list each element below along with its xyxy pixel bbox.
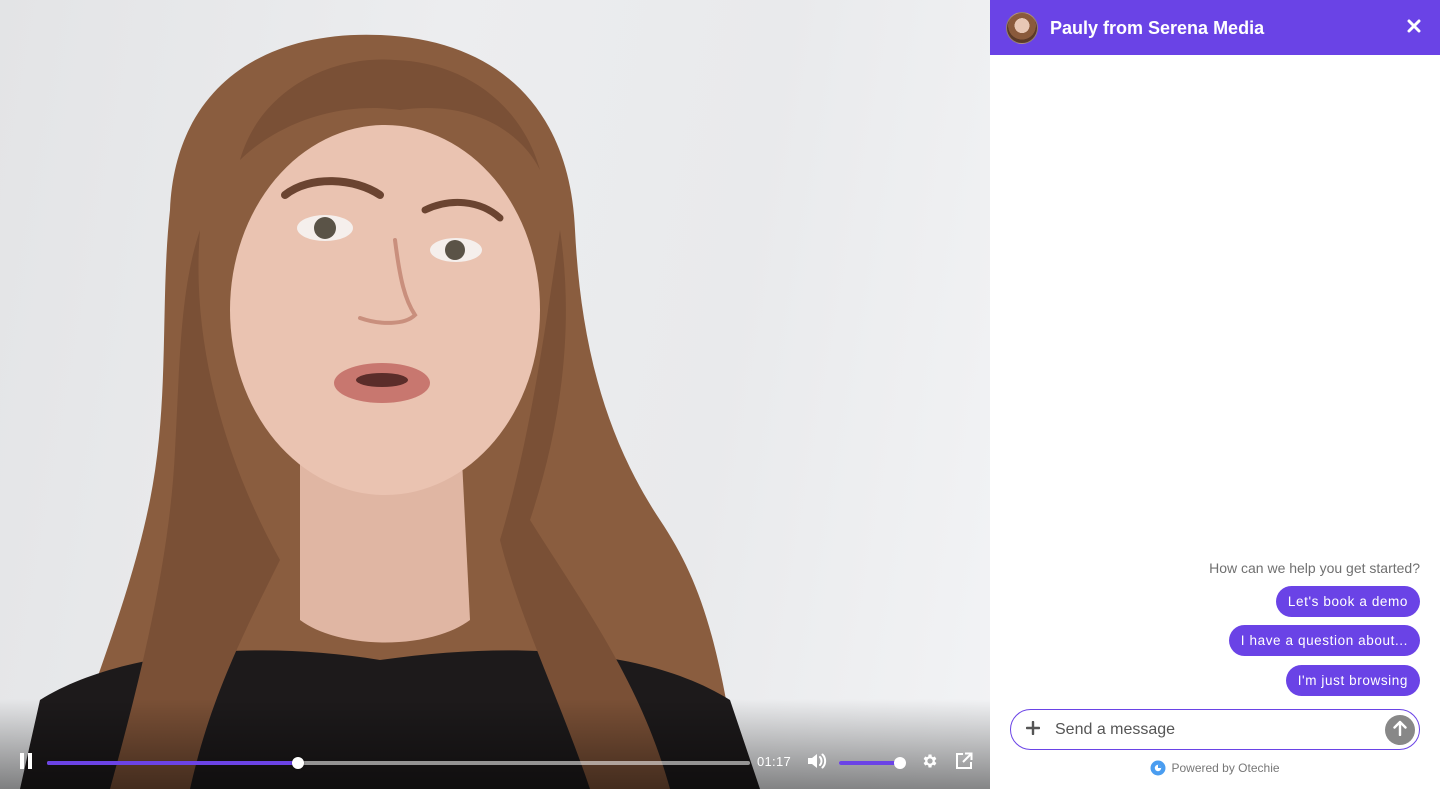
pause-icon (18, 752, 34, 775)
quick-reply-question[interactable]: I have a question about... (1228, 625, 1420, 656)
close-button[interactable] (1404, 18, 1424, 38)
close-icon (1407, 19, 1421, 38)
popout-button[interactable] (952, 751, 976, 775)
arrow-up-icon (1393, 720, 1407, 741)
pause-button[interactable] (14, 751, 38, 775)
gear-icon (921, 752, 939, 775)
mute-button[interactable] (806, 751, 828, 775)
send-button[interactable] (1385, 715, 1415, 745)
seek-bar[interactable] (47, 757, 750, 769)
quick-reply-book-demo[interactable]: Let's book a demo (1275, 586, 1420, 617)
volume-level (839, 761, 900, 765)
video-player[interactable]: 01:17 (0, 0, 990, 789)
volume-slider[interactable] (839, 757, 906, 769)
popout-icon (955, 752, 973, 775)
quick-reply-browsing[interactable]: I'm just browsing (1285, 665, 1420, 696)
otechie-logo-icon (1150, 760, 1166, 776)
elapsed-time: 01:17 (757, 754, 792, 769)
chat-prompt: How can we help you get started? (1209, 560, 1420, 576)
seek-bar-handle[interactable] (291, 757, 304, 769)
settings-button[interactable] (918, 751, 942, 775)
plus-icon (1025, 720, 1041, 740)
chat-header: Pauly from Serena Media (990, 0, 1440, 55)
chat-panel: Pauly from Serena Media How can we help … (990, 0, 1440, 789)
chat-title: Pauly from Serena Media (1050, 18, 1265, 38)
avatar (1006, 12, 1038, 44)
message-composer (1010, 709, 1420, 750)
video-controls: 01:17 (0, 737, 990, 789)
powered-by[interactable]: Powered by Otechie (990, 760, 1440, 776)
volume-handle[interactable] (893, 757, 906, 769)
attach-button[interactable] (1024, 720, 1042, 740)
message-input[interactable] (1055, 716, 1375, 744)
volume-icon (807, 752, 827, 775)
seek-bar-progress (47, 761, 298, 765)
video-frame (20, 34, 760, 789)
powered-by-text: Powered by Otechie (1171, 761, 1280, 775)
